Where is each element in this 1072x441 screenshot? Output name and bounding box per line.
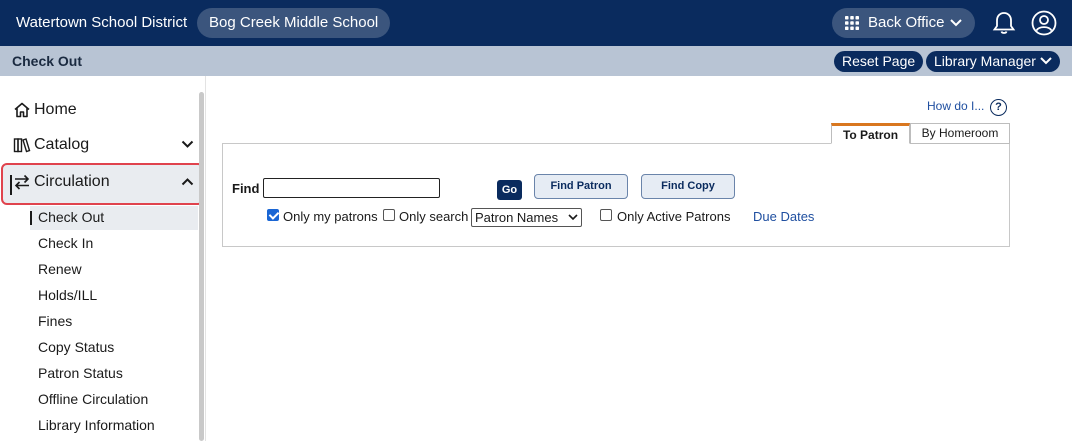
- sidebar-item-holds-ill[interactable]: Holds/ILL: [38, 285, 97, 305]
- tab-by-homeroom[interactable]: By Homeroom: [910, 123, 1010, 144]
- sidebar-item-label: Catalog: [34, 136, 90, 153]
- search-type-value: Patron Names: [475, 210, 559, 225]
- books-icon: [13, 138, 31, 153]
- search-type-select[interactable]: Patron Names: [471, 208, 582, 227]
- school-selector[interactable]: Bog Creek Middle School: [197, 8, 391, 38]
- district-name[interactable]: Watertown School District: [16, 14, 187, 31]
- chevron-down-icon: [950, 19, 962, 27]
- home-icon: [14, 102, 30, 118]
- bell-icon[interactable]: [992, 10, 1016, 36]
- only-active-patrons-checkbox[interactable]: [600, 209, 612, 221]
- back-office-menu[interactable]: Back Office: [832, 8, 975, 38]
- go-button[interactable]: Go: [497, 180, 522, 200]
- chevron-down-icon[interactable]: [181, 140, 194, 149]
- only-my-patrons-checkbox[interactable]: [267, 209, 279, 221]
- top-bar: Watertown School District Bog Creek Midd…: [0, 0, 1072, 46]
- only-my-patrons-label: Only my patrons: [283, 209, 378, 224]
- help-icon[interactable]: ?: [990, 99, 1007, 116]
- find-input[interactable]: [263, 178, 440, 198]
- page-title: Check Out: [12, 53, 83, 69]
- grid-icon: [845, 16, 859, 30]
- sidebar-item-patron-status[interactable]: Patron Status: [38, 363, 123, 383]
- how-do-i-link[interactable]: How do I...: [927, 99, 984, 113]
- sub-bar: Check Out Reset Page Library Manager: [0, 46, 1072, 76]
- sidebar-item-library-information[interactable]: Library Information: [38, 415, 155, 435]
- selected-item-marker: [30, 211, 32, 225]
- find-patron-button[interactable]: Find Patron: [534, 174, 628, 199]
- library-manager-label: Library Manager: [934, 53, 1036, 69]
- sidebar-item-offline-circulation[interactable]: Offline Circulation: [38, 389, 148, 409]
- only-search-label: Only search: [399, 209, 469, 224]
- sidebar-item-copy-status[interactable]: Copy Status: [38, 337, 114, 357]
- sidebar-item-label: Home: [34, 101, 77, 118]
- sidebar-item-fines[interactable]: Fines: [38, 311, 72, 331]
- sidebar: Home Catalog Circulation Check Out Check…: [0, 76, 206, 441]
- find-copy-button[interactable]: Find Copy: [641, 174, 735, 199]
- sidebar-scrollbar[interactable]: [199, 92, 204, 441]
- find-label: Find: [232, 181, 260, 196]
- sidebar-item-check-out[interactable]: Check Out: [38, 207, 104, 227]
- user-icon[interactable]: [1031, 10, 1057, 36]
- sidebar-item-label: Circulation: [34, 173, 110, 190]
- active-marker: [10, 175, 12, 195]
- only-active-patrons-label: Only Active Patrons: [617, 209, 731, 224]
- chevron-down-icon: [568, 214, 578, 221]
- only-search-checkbox[interactable]: [383, 209, 395, 221]
- tab-to-patron[interactable]: To Patron: [831, 123, 910, 144]
- sidebar-item-check-in[interactable]: Check In: [38, 233, 93, 253]
- library-manager-menu[interactable]: Library Manager: [926, 51, 1060, 72]
- chevron-up-icon[interactable]: [181, 177, 194, 186]
- swap-arrows-icon: [14, 174, 30, 190]
- reset-page-button[interactable]: Reset Page: [834, 51, 924, 72]
- sidebar-item-renew[interactable]: Renew: [38, 259, 82, 279]
- back-office-label: Back Office: [868, 14, 945, 31]
- chevron-down-icon: [1040, 57, 1052, 65]
- due-dates-link[interactable]: Due Dates: [753, 209, 814, 224]
